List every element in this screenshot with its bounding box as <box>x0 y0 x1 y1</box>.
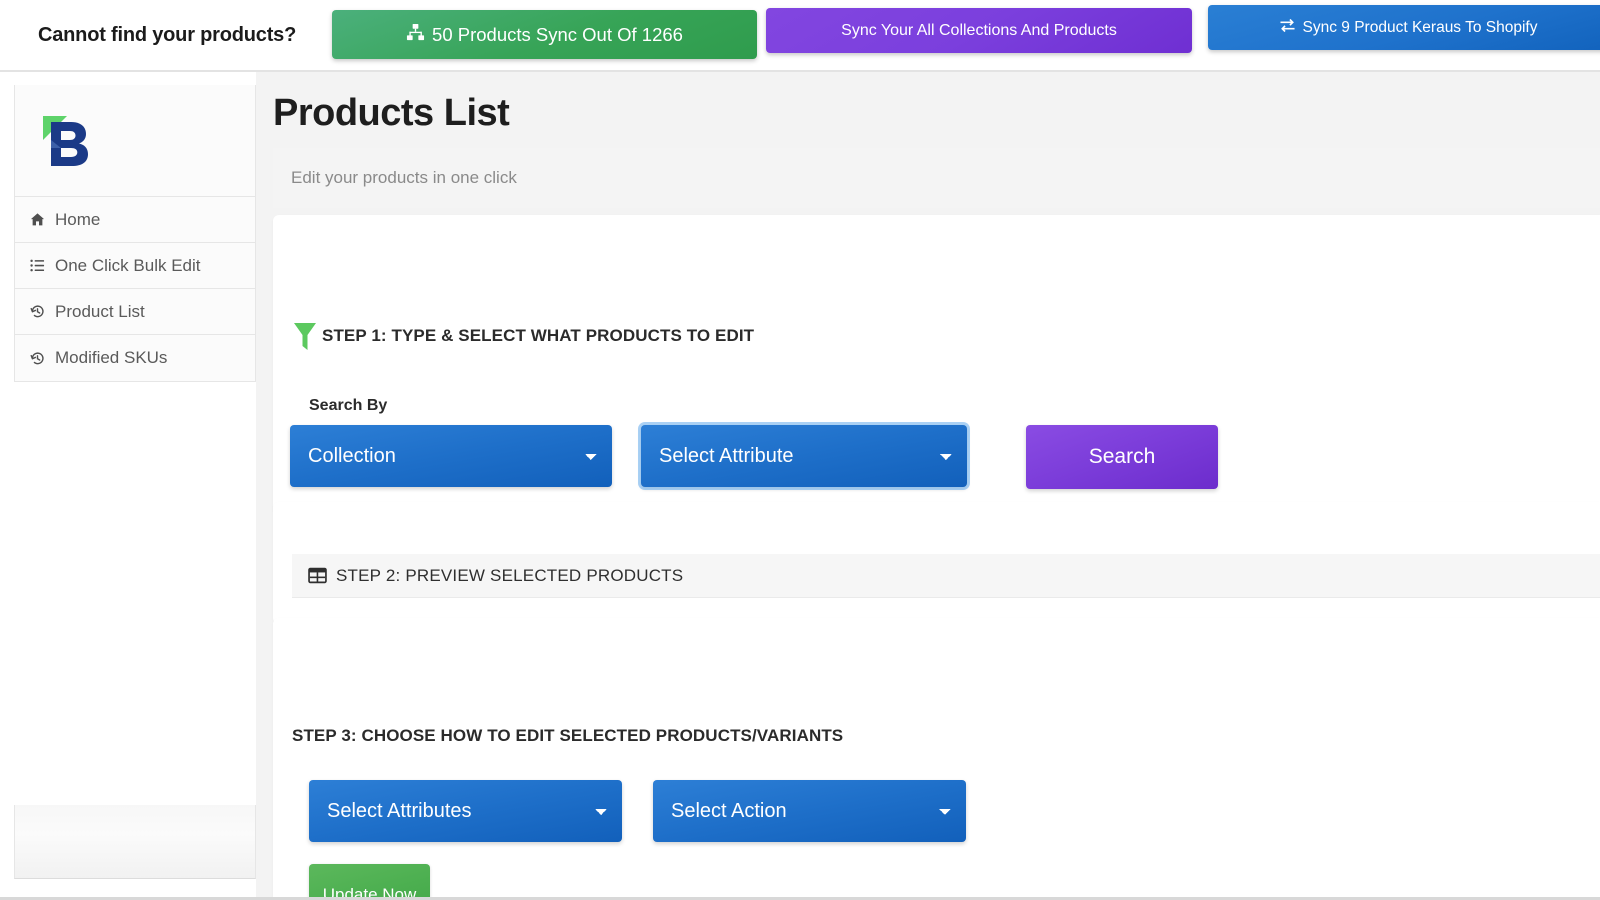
sync-all-collections-button[interactable]: Sync Your All Collections And Products <box>766 8 1192 53</box>
sync-to-shopify-button[interactable]: Sync 9 Product Keraus To Shopify <box>1208 5 1600 50</box>
sidebar-item-modified-skus[interactable]: Modified SKUs <box>15 335 255 381</box>
step1-heading-row: STEP 1: TYPE & SELECT WHAT PRODUCTS TO E… <box>292 319 754 353</box>
sidebar-item-product-list-label: Product List <box>55 302 145 322</box>
sync-all-collections-label: Sync Your All Collections And Products <box>841 22 1117 40</box>
history-icon <box>29 350 46 367</box>
home-icon <box>29 211 46 228</box>
page-title: Products List <box>273 92 509 135</box>
sitemap-icon <box>406 23 425 47</box>
table-grid-icon <box>308 566 327 585</box>
sidebar-logo[interactable] <box>15 85 255 197</box>
search-by-label: Search By <box>309 397 387 415</box>
sidebar-item-home-label: Home <box>55 210 100 230</box>
brand-logo-icon <box>37 110 97 172</box>
sidebar-item-one-click-bulk-edit[interactable]: One Click Bulk Edit <box>15 243 255 289</box>
exchange-icon <box>1279 18 1296 38</box>
step2-heading: STEP 2: PREVIEW SELECTED PRODUCTS <box>336 566 683 586</box>
step3-controls: Select Attributes Select Action <box>309 780 966 842</box>
sync-to-shopify-label: Sync 9 Product Keraus To Shopify <box>1303 19 1538 37</box>
list-icon <box>29 257 46 274</box>
page-subtitle-strip: Edit your products in one click <box>273 148 1600 208</box>
sidebar-footer-area <box>14 805 256 879</box>
sync-products-count-button[interactable]: 50 Products Sync Out Of 1266 <box>332 10 757 59</box>
step1-card: STEP 1: TYPE & SELECT WHAT PRODUCTS TO E… <box>273 215 1600 514</box>
sync-products-count-label: 50 Products Sync Out Of 1266 <box>432 24 683 46</box>
sidebar-item-home[interactable]: Home <box>15 197 255 243</box>
step2-card: STEP 2: PREVIEW SELECTED PRODUCTS <box>273 502 1600 624</box>
step3-heading: STEP 3: CHOOSE HOW TO EDIT SELECTED PROD… <box>292 726 843 746</box>
step1-heading: STEP 1: TYPE & SELECT WHAT PRODUCTS TO E… <box>322 326 754 346</box>
step1-controls: Collection Select Attribute Search <box>290 425 1218 489</box>
search-button[interactable]: Search <box>1026 425 1218 489</box>
sidebar-item-product-list[interactable]: Product List <box>15 289 255 335</box>
history-icon <box>29 303 46 320</box>
select-action-select[interactable]: Select Action <box>653 780 966 842</box>
main-content: Products List Edit your products in one … <box>256 72 1600 900</box>
step3-card: STEP 3: CHOOSE HOW TO EDIT SELECTED PROD… <box>273 618 1600 900</box>
search-by-select[interactable]: Collection <box>290 425 612 487</box>
step2-heading-row[interactable]: STEP 2: PREVIEW SELECTED PRODUCTS <box>292 554 1600 598</box>
funnel-icon <box>292 319 318 353</box>
attribute-select[interactable]: Select Attribute <box>641 425 967 487</box>
select-attributes-select[interactable]: Select Attributes <box>309 780 622 842</box>
update-now-button[interactable]: Update Now <box>309 864 430 900</box>
sidebar-item-one-click-bulk-edit-label: One Click Bulk Edit <box>55 256 201 276</box>
topbar-title: Cannot find your products? <box>38 24 296 47</box>
page-subtitle: Edit your products in one click <box>291 168 517 188</box>
sidebar-item-modified-skus-label: Modified SKUs <box>55 348 167 368</box>
top-bar: Cannot find your products? 50 Products S… <box>0 0 1600 72</box>
sidebar: Home One Click Bulk Edit Product List <box>14 85 256 382</box>
